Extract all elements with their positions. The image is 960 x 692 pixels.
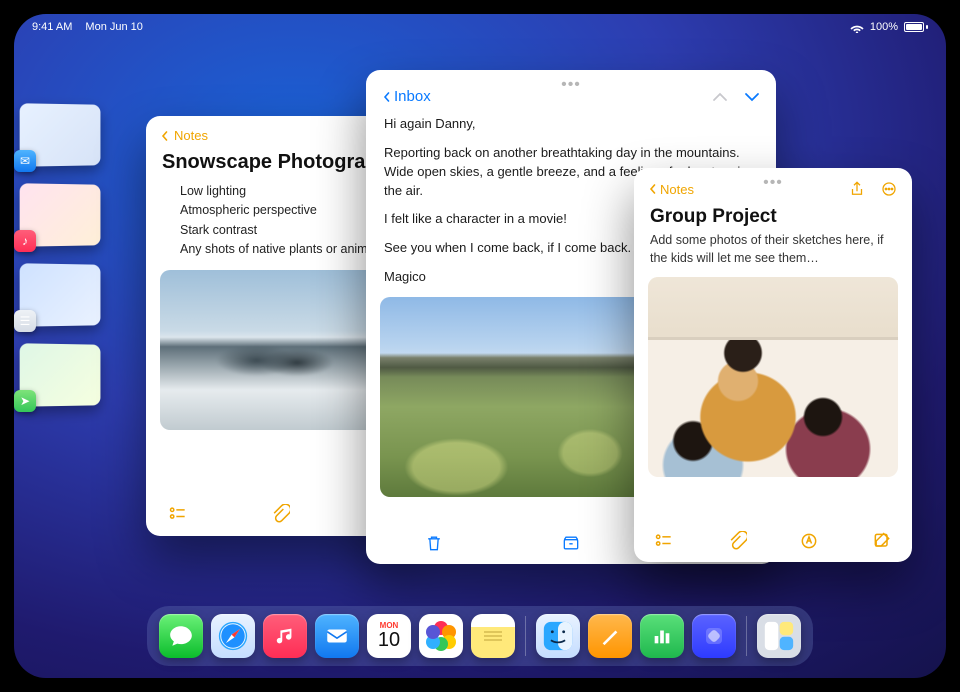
dock-app-finder[interactable]	[536, 614, 580, 658]
markup-icon[interactable]	[799, 531, 819, 551]
notes-back-label: Notes	[660, 182, 694, 197]
dock: MON10	[147, 606, 813, 666]
files-app-icon: ☰	[14, 310, 36, 332]
trash-icon[interactable]	[424, 533, 444, 553]
status-right: 100%	[850, 21, 928, 33]
status-left: 9:41 AM Mon Jun 10	[32, 21, 153, 33]
chevron-left-icon	[160, 131, 170, 141]
mail-greeting: Hi again Danny,	[384, 115, 758, 134]
chevron-left-icon	[648, 184, 658, 194]
dock-app-numbers[interactable]	[640, 614, 684, 658]
mail-back-label: Inbox	[394, 88, 431, 105]
prev-message-icon[interactable]	[712, 89, 728, 105]
note-image-snowscape	[160, 270, 400, 430]
mail-app-icon: ✉︎	[14, 150, 36, 172]
window-menu-icon[interactable]: •••	[561, 76, 581, 94]
notes-back-label: Notes	[174, 128, 208, 143]
maps-app-icon: ➤	[14, 390, 36, 412]
note-body: Add some photos of their sketches here, …	[634, 232, 912, 267]
note-title: Group Project	[634, 204, 912, 232]
dock-app-recent[interactable]	[757, 614, 801, 658]
notes-toolbar	[634, 520, 912, 562]
archive-icon[interactable]	[561, 533, 581, 553]
dock-app-music[interactable]	[263, 614, 307, 658]
dock-app-messages[interactable]	[159, 614, 203, 658]
status-time: 9:41 AM	[32, 21, 72, 33]
stage-thumb-files[interactable]: ☰	[20, 264, 102, 326]
music-app-icon: ♪	[14, 230, 36, 252]
dock-app-notes[interactable]	[471, 614, 515, 658]
stage-manager-rail: ✉︎ ♪ ☰ ➤	[20, 104, 110, 406]
attachment-icon[interactable]	[727, 531, 747, 551]
battery-icon	[904, 22, 928, 32]
battery-percent: 100%	[870, 21, 898, 33]
checklist-icon[interactable]	[168, 504, 188, 524]
stage-thumb-mail[interactable]: ✉︎	[20, 104, 102, 166]
attachment-icon[interactable]	[270, 504, 290, 524]
dock-separator	[525, 616, 526, 656]
dock-separator	[746, 616, 747, 656]
ipad-device: 9:41 AM Mon Jun 10 100% ✉︎ ♪ ☰ ➤ ••• Not…	[0, 0, 960, 692]
home-screen: 9:41 AM Mon Jun 10 100% ✉︎ ♪ ☰ ➤ ••• Not…	[14, 14, 946, 678]
mail-back-button[interactable]: Inbox	[382, 88, 431, 105]
status-date: Mon Jun 10	[85, 21, 142, 33]
status-bar: 9:41 AM Mon Jun 10 100%	[14, 18, 946, 36]
dock-app-mail[interactable]	[315, 614, 359, 658]
note-image-kids	[648, 277, 898, 477]
stage-thumb-maps[interactable]: ➤	[20, 344, 102, 406]
dock-app-safari[interactable]	[211, 614, 255, 658]
calendar-day-label: 10	[378, 630, 400, 650]
stage-thumb-music[interactable]: ♪	[20, 184, 102, 246]
next-message-icon[interactable]	[744, 89, 760, 105]
more-icon[interactable]	[880, 180, 898, 198]
notes-window-group-project[interactable]: ••• Notes Group Project Add some photos …	[634, 168, 912, 562]
wifi-icon	[850, 22, 864, 33]
dock-app-shortcuts[interactable]	[692, 614, 736, 658]
dock-app-calendar[interactable]: MON10	[367, 614, 411, 658]
chevron-left-icon	[382, 92, 392, 102]
compose-icon[interactable]	[872, 531, 892, 551]
dock-app-photos[interactable]	[419, 614, 463, 658]
dock-app-pages[interactable]	[588, 614, 632, 658]
checklist-icon[interactable]	[654, 531, 674, 551]
notes-back-button[interactable]: Notes	[648, 182, 694, 197]
window-menu-icon[interactable]: •••	[763, 174, 783, 192]
share-icon[interactable]	[848, 180, 866, 198]
